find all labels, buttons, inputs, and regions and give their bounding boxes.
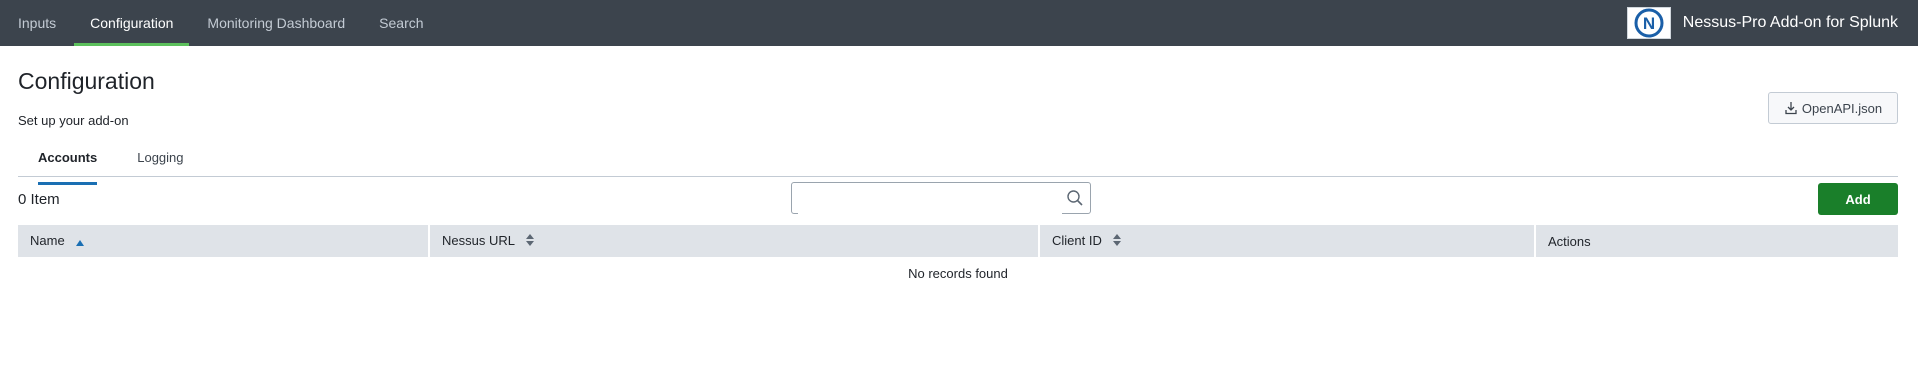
main-content: Configuration Set up your add-on OpenAPI… bbox=[0, 68, 1918, 289]
svg-text:N: N bbox=[1643, 14, 1655, 33]
tab-logging[interactable]: Logging bbox=[137, 149, 183, 176]
search-box bbox=[791, 182, 1091, 214]
column-label: Nessus URL bbox=[442, 232, 515, 248]
sort-icon bbox=[526, 234, 535, 249]
search-icon[interactable] bbox=[1066, 189, 1084, 212]
item-count: 0 Item bbox=[18, 190, 60, 208]
nav-monitoring-dashboard[interactable]: Monitoring Dashboard bbox=[191, 0, 361, 46]
app-nav: Inputs Configuration Monitoring Dashboar… bbox=[18, 0, 442, 46]
column-label: Actions bbox=[1548, 233, 1591, 249]
sort-ascending-icon bbox=[76, 234, 85, 249]
column-header-actions: Actions bbox=[1536, 225, 1898, 257]
config-tabs: Accounts Logging bbox=[18, 149, 1898, 185]
app-title: Nessus-Pro Add-on for Splunk bbox=[1682, 14, 1898, 31]
nav-inputs[interactable]: Inputs bbox=[18, 0, 72, 46]
openapi-label: OpenAPI.json bbox=[1801, 100, 1883, 116]
page-title: Configuration bbox=[18, 68, 155, 94]
column-header-name[interactable]: Name bbox=[18, 225, 430, 257]
search-input[interactable] bbox=[798, 184, 1062, 214]
download-icon bbox=[1785, 102, 1797, 115]
nav-configuration[interactable]: Configuration bbox=[74, 0, 190, 46]
nav-search[interactable]: Search bbox=[363, 0, 439, 46]
no-records-message: No records found bbox=[908, 265, 1008, 281]
add-account-button[interactable]: Add bbox=[1818, 183, 1898, 215]
top-navigation-bar: Inputs Configuration Monitoring Dashboar… bbox=[0, 0, 1918, 46]
openapi-download-button[interactable]: OpenAPI.json bbox=[1768, 92, 1898, 124]
column-header-client-id[interactable]: Client ID bbox=[1040, 225, 1536, 257]
table-toolbar: 0 Item Add bbox=[18, 177, 1898, 221]
accounts-table: Name Nessus URL Client ID Actions No rec… bbox=[18, 225, 1898, 289]
empty-row: No records found bbox=[18, 257, 1898, 289]
column-label: Name bbox=[30, 232, 65, 248]
page-subtitle: Set up your add-on bbox=[18, 113, 129, 128]
app-brand: N Nessus-Pro Add-on for Splunk bbox=[1626, 0, 1898, 46]
table-header-row: Name Nessus URL Client ID Actions bbox=[18, 225, 1898, 257]
column-header-nessus-url[interactable]: Nessus URL bbox=[430, 225, 1040, 257]
app-logo: N bbox=[1626, 7, 1671, 39]
column-label: Client ID bbox=[1052, 232, 1102, 248]
tab-accounts[interactable]: Accounts bbox=[38, 149, 98, 185]
sort-icon bbox=[1113, 234, 1122, 249]
